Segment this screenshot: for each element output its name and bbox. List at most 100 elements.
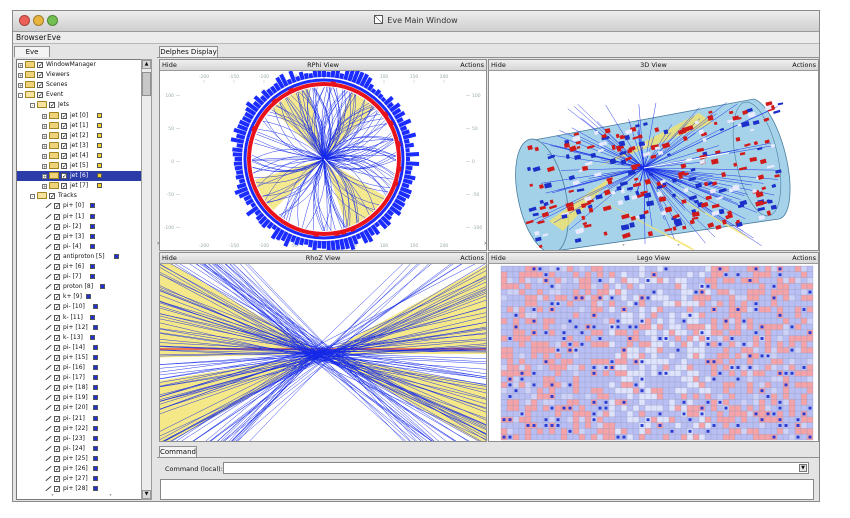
visibility-checkbox[interactable]: ✓	[54, 213, 60, 220]
color-swatch[interactable]	[89, 264, 95, 269]
tree-item[interactable]: ✓ pi- [24]	[17, 444, 142, 454]
tree-item[interactable]: ✓ pi- [7]	[17, 272, 142, 282]
expand-icon[interactable]: +	[42, 133, 47, 139]
color-swatch[interactable]	[93, 405, 98, 411]
color-swatch[interactable]	[114, 253, 119, 259]
expand-icon[interactable]: +	[18, 83, 23, 89]
visibility-checkbox[interactable]: ✓	[54, 344, 60, 351]
tree-vertical-scrollbar[interactable]: ▲ ▼	[141, 59, 152, 500]
visibility-checkbox[interactable]: ✓	[54, 405, 60, 412]
color-swatch[interactable]	[93, 486, 98, 492]
splitter-grip-icon[interactable]: ˅	[51, 494, 54, 501]
tree-item[interactable]: + ✓ jet [5]	[17, 161, 142, 171]
tree-item[interactable]: + ✓ jet [1]	[17, 121, 142, 131]
visibility-checkbox[interactable]: ✓	[54, 324, 60, 331]
tab-command[interactable]: Command	[159, 446, 197, 457]
color-swatch[interactable]	[93, 455, 98, 461]
3d-actions-button[interactable]: Actions	[792, 61, 816, 70]
rphi-canvas[interactable]: -200 -200 -150 -150 -100 -100 -50 -50 0 0 50 50 100 1…	[160, 71, 486, 251]
tree-item[interactable]: + ✓ jet [3]	[17, 141, 142, 151]
visibility-checkbox[interactable]: ✓	[54, 486, 60, 493]
visibility-checkbox[interactable]: ✓	[61, 152, 67, 159]
visibility-checkbox[interactable]: ✓	[61, 173, 67, 180]
expand-icon[interactable]: +	[42, 113, 47, 119]
tree-item[interactable]: ✓ pi+ [0]	[17, 201, 142, 211]
tree-item[interactable]: - ✓ Jets	[17, 100, 142, 110]
visibility-checkbox[interactable]: ✓	[61, 112, 67, 119]
scroll-down-arrow-icon[interactable]: ▼	[142, 490, 151, 499]
color-swatch[interactable]	[96, 142, 102, 148]
rhoz-actions-button[interactable]: Actions	[460, 254, 484, 263]
splitter-grip-icon[interactable]: ›	[157, 240, 159, 247]
rhoz-canvas[interactable]	[160, 264, 486, 442]
visibility-checkbox[interactable]: ✓	[61, 142, 67, 149]
color-swatch[interactable]	[89, 334, 95, 340]
color-swatch[interactable]	[93, 385, 98, 391]
tree-item[interactable]: ✓ pi+ [25]	[17, 454, 142, 464]
lego-actions-button[interactable]: Actions	[792, 254, 816, 263]
color-swatch[interactable]	[96, 152, 102, 158]
tree-item[interactable]: + ✓ jet [4]	[17, 151, 142, 161]
visibility-checkbox[interactable]: ✓	[54, 476, 60, 483]
tree-item[interactable]: ✓ pi- [10]	[17, 302, 142, 312]
expand-icon[interactable]: +	[42, 143, 47, 149]
color-swatch[interactable]	[93, 375, 98, 381]
expand-icon[interactable]: +	[18, 73, 23, 79]
color-swatch[interactable]	[93, 425, 98, 431]
visibility-checkbox[interactable]: ✓	[54, 243, 60, 250]
tree-item[interactable]: ✓ pi+ [3]	[17, 232, 142, 242]
tree-item[interactable]: + ✓ Viewers	[17, 70, 142, 80]
expand-icon[interactable]: +	[42, 164, 47, 169]
visibility-checkbox[interactable]: ✓	[54, 435, 60, 442]
tree-item[interactable]: ✓ pi- [23]	[17, 434, 142, 444]
color-swatch[interactable]	[96, 132, 102, 138]
color-swatch[interactable]	[96, 163, 102, 168]
visibility-checkbox[interactable]: ✓	[54, 425, 60, 432]
visibility-checkbox[interactable]: ✓	[54, 445, 60, 452]
visibility-checkbox[interactable]: ✓	[54, 365, 60, 372]
tree-item[interactable]: ✓ pi+ [19]	[17, 393, 142, 403]
tab-delphes-display[interactable]: Delphes Display	[159, 46, 218, 57]
visibility-checkbox[interactable]: ✓	[61, 183, 67, 190]
color-swatch[interactable]	[93, 354, 98, 360]
visibility-checkbox[interactable]: ✓	[54, 375, 60, 382]
splitter-grip-icon[interactable]: ›	[484, 240, 486, 247]
visibility-checkbox[interactable]: ✓	[54, 284, 60, 291]
color-swatch[interactable]	[89, 243, 95, 249]
visibility-checkbox[interactable]: ✓	[54, 274, 60, 281]
tree-item[interactable]: ✓ pi+ [18]	[17, 383, 142, 393]
tree-item[interactable]: ✓ pi+ [12]	[17, 323, 142, 333]
visibility-checkbox[interactable]: ✓	[54, 466, 60, 473]
tree-item[interactable]: ✓ pi+ [1]	[17, 212, 142, 222]
color-swatch[interactable]	[89, 213, 95, 219]
color-swatch[interactable]	[89, 203, 95, 209]
tree-item[interactable]: ✓ proton [8]	[17, 282, 142, 292]
color-swatch[interactable]	[89, 233, 95, 239]
color-swatch[interactable]	[96, 112, 102, 118]
eve-list-tree[interactable]: + ✓ WindowManager + ✓ Viewers + ✓ Scenes - ✓ Event -…	[16, 59, 143, 500]
tree-item[interactable]: ✓ pi- [21]	[17, 414, 142, 424]
tree-item[interactable]: - ✓ Event	[17, 90, 142, 100]
splitter-grip-icon[interactable]: ˅	[109, 494, 112, 501]
color-swatch[interactable]	[93, 466, 98, 471]
visibility-checkbox[interactable]: ✓	[54, 203, 60, 210]
lego-canvas[interactable]	[489, 264, 818, 442]
color-swatch[interactable]	[93, 415, 98, 421]
visibility-checkbox[interactable]: ✓	[54, 304, 60, 311]
visibility-checkbox[interactable]: ✓	[37, 72, 43, 79]
tree-item[interactable]: + ✓ WindowManager	[17, 60, 142, 70]
color-swatch[interactable]	[93, 476, 98, 482]
tree-item[interactable]: ✓ pi- [16]	[17, 363, 142, 373]
color-swatch[interactable]	[93, 324, 98, 330]
tree-item[interactable]: ✓ pi+ [22]	[17, 424, 142, 434]
visibility-checkbox[interactable]: ✓	[37, 92, 43, 99]
visibility-checkbox[interactable]: ✓	[49, 102, 55, 109]
visibility-checkbox[interactable]: ✓	[61, 163, 67, 170]
visibility-checkbox[interactable]: ✓	[54, 334, 60, 341]
expand-icon[interactable]: +	[42, 123, 47, 129]
tree-item[interactable]: ✓ antiproton [5]	[17, 252, 142, 262]
expand-icon[interactable]: +	[18, 63, 23, 68]
tree-item[interactable]: ✓ pi+ [20]	[17, 403, 142, 413]
tree-item[interactable]: ✓ pi- [2]	[17, 222, 142, 232]
dropdown-arrow-icon[interactable]: ▼	[799, 464, 807, 472]
